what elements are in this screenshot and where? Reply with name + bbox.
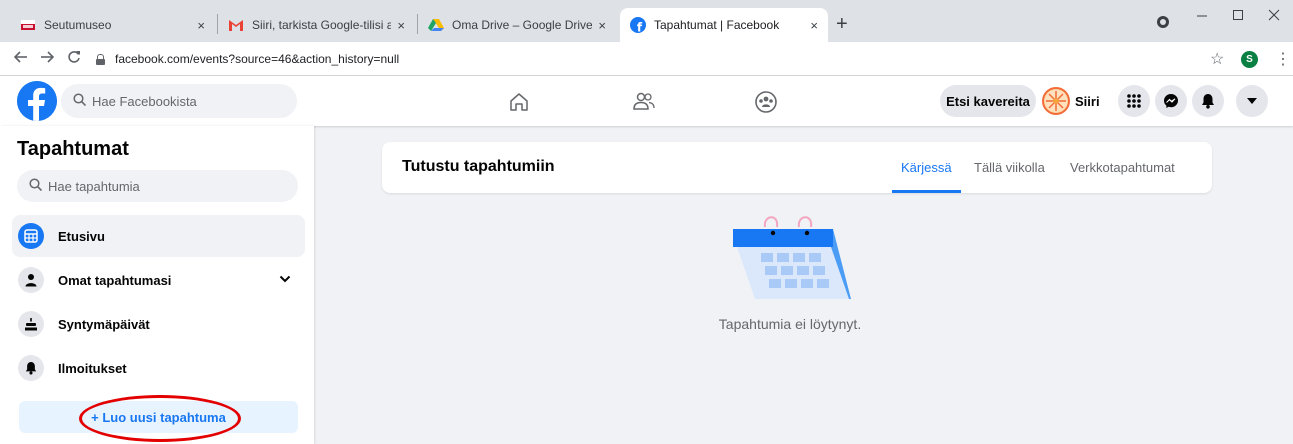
url-text: facebook.com/events?source=46&action_his… (115, 52, 400, 66)
calendar-grid-icon (18, 223, 44, 249)
sidebar-title: Tapahtumat (17, 138, 129, 160)
bell-icon (1202, 94, 1214, 109)
find-friends-button[interactable]: Etsi kavereita (940, 85, 1036, 117)
page-title: Tutustu tapahtumiin (402, 158, 555, 175)
browser-tab-facebook-events[interactable]: f Tapahtumat | Facebook × (620, 8, 828, 42)
discover-events-card: Tutustu tapahtumiin Kärjessä Tällä viiko… (382, 142, 1212, 193)
gmail-favicon-icon (228, 17, 244, 33)
sidebar-item-label: Etusivu (58, 228, 105, 244)
tab-title: Oma Drive – Google Drive (452, 18, 593, 32)
tab-close-icon[interactable]: × (598, 18, 606, 33)
events-sidebar: Tapahtumat Hae tapahtumia Etusivu Omat t… (0, 126, 314, 444)
cake-icon (18, 311, 44, 337)
person-icon (18, 267, 44, 293)
sidebar-item-birthdays[interactable]: Syntymäpäivät (12, 303, 305, 345)
search-icon (73, 93, 87, 109)
facebook-search-input[interactable]: Hae Facebookista (61, 84, 297, 118)
menu-grid-button[interactable] (1118, 85, 1150, 117)
sidebar-item-label: Omat tapahtumasi (58, 272, 172, 288)
url-field[interactable]: facebook.com/events?source=46&action_his… (96, 46, 1216, 72)
browser-tab-google-drive[interactable]: Oma Drive – Google Drive × (418, 8, 616, 42)
chrome-profile-icon[interactable] (1157, 16, 1169, 28)
notifications-button[interactable] (1192, 85, 1224, 117)
groups-icon[interactable] (751, 88, 781, 116)
svg-text:f: f (637, 21, 643, 34)
new-tab-button[interactable]: + (836, 14, 848, 34)
sidebar-item-notifications[interactable]: Ilmoitukset (12, 347, 305, 389)
tab-title: Seutumuseo (44, 18, 112, 32)
friends-icon[interactable] (629, 88, 659, 116)
facebook-header: Hae Facebookista Etsi kavereita Siiri (0, 76, 1293, 126)
sidebar-item-label: Syntymäpäivät (58, 316, 150, 332)
minimize-button[interactable] (1196, 8, 1208, 24)
caret-down-icon (1247, 98, 1257, 104)
browser-toolbar: facebook.com/events?source=46&action_his… (0, 42, 1293, 76)
messenger-button[interactable] (1155, 85, 1187, 117)
tab-online-events[interactable]: Verkkotapahtumat (1070, 142, 1175, 193)
create-event-button[interactable]: + Luo uusi tapahtuma (19, 401, 298, 433)
close-window-button[interactable] (1268, 8, 1280, 24)
home-icon[interactable] (504, 88, 534, 116)
tab-close-icon[interactable]: × (197, 18, 205, 33)
back-arrow-icon[interactable] (13, 50, 28, 68)
browser-tab-seutumuseo[interactable]: Seutumuseo × (10, 8, 215, 42)
tab-title: Tapahtumat | Facebook (654, 18, 780, 32)
search-placeholder: Hae Facebookista (92, 93, 197, 109)
facebook-favicon-icon: f (630, 17, 646, 33)
search-placeholder: Hae tapahtumia (48, 178, 140, 194)
reload-icon[interactable] (67, 50, 81, 68)
maximize-button[interactable] (1232, 8, 1244, 24)
chevron-down-icon[interactable] (279, 271, 291, 286)
browser-tab-gmail[interactable]: Siiri, tarkista Google-tilisi asetukset … (218, 8, 415, 42)
profile-button[interactable]: Siiri (1042, 85, 1100, 117)
account-menu-button[interactable] (1236, 85, 1268, 117)
tab-top[interactable]: Kärjessä (892, 142, 961, 193)
avatar (1042, 87, 1070, 115)
profile-name: Siiri (1075, 93, 1100, 109)
tab-close-icon[interactable]: × (810, 18, 818, 33)
sidebar-item-home[interactable]: Etusivu (12, 215, 305, 257)
bell-icon (18, 355, 44, 381)
empty-state-message: Tapahtumia ei löytynyt. (718, 316, 862, 332)
google-drive-favicon-icon (428, 17, 444, 33)
tab-title: Siiri, tarkista Google-tilisi asetukset (252, 18, 392, 32)
facebook-logo-icon[interactable] (17, 81, 57, 121)
bookmark-star-icon[interactable]: ☆ (1210, 49, 1224, 69)
calendar-illustration-icon (727, 211, 859, 307)
grid-icon (1127, 94, 1141, 108)
tab-close-icon[interactable]: × (397, 18, 405, 33)
search-icon (29, 178, 43, 194)
museum-favicon-icon (20, 17, 36, 33)
sidebar-item-your-events[interactable]: Omat tapahtumasi (12, 259, 305, 301)
forward-arrow-icon[interactable] (40, 50, 55, 68)
browser-tab-strip: Seutumuseo × Siiri, tarkista Google-tili… (0, 0, 1293, 42)
chrome-avatar[interactable]: S (1241, 51, 1258, 68)
lock-icon (96, 53, 105, 65)
tab-this-week[interactable]: Tällä viikolla (974, 142, 1045, 193)
events-search-input[interactable]: Hae tapahtumia (17, 170, 298, 202)
messenger-icon (1164, 94, 1178, 108)
sidebar-item-label: Ilmoitukset (58, 360, 127, 376)
chrome-menu-icon[interactable]: ⋮ (1275, 49, 1291, 69)
